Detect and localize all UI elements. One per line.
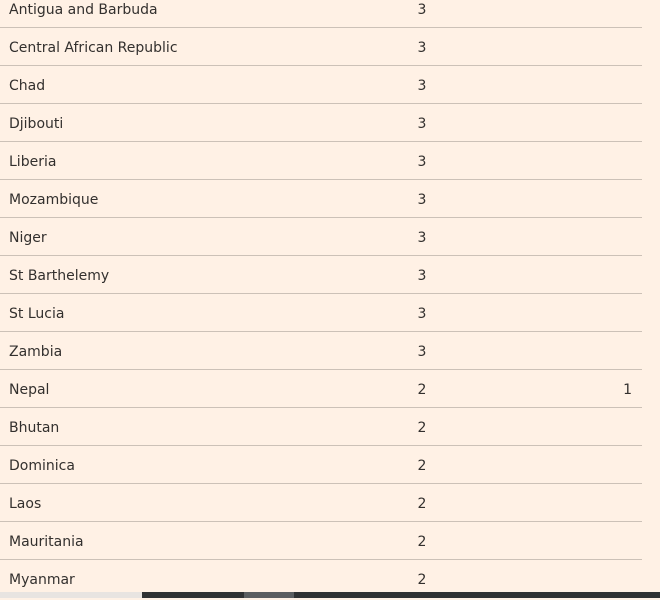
count-cell: 2 (417, 458, 427, 474)
count-cell: 3 (417, 268, 427, 284)
country-cell: Niger (9, 230, 47, 246)
count-cell: 2 (417, 496, 427, 512)
country-cell: Mozambique (9, 192, 99, 208)
count-cell: 3 (417, 40, 427, 56)
table-row: Mozambique 3 (0, 180, 642, 218)
data-table: Antigua and Barbuda 3 Central African Re… (0, 0, 642, 598)
country-cell: St Lucia (9, 306, 65, 322)
country-cell: Central African Republic (9, 40, 178, 56)
count-cell: 3 (417, 192, 427, 208)
count-cell: 2 (417, 420, 427, 436)
count-cell: 3 (417, 154, 427, 170)
count-cell: 2 (417, 382, 427, 398)
horizontal-scrollbar[interactable] (0, 592, 660, 598)
scrollbar-left-region[interactable] (0, 592, 142, 598)
count-cell: 3 (417, 306, 427, 322)
table-row: Chad 3 (0, 66, 642, 104)
table-row: St Barthelemy 3 (0, 256, 642, 294)
country-cell: Djibouti (9, 116, 64, 132)
country-cell: Bhutan (9, 420, 60, 436)
table-row: Laos 2 (0, 484, 642, 522)
country-cell: Liberia (9, 154, 57, 170)
table-row: St Lucia 3 (0, 294, 642, 332)
count-cell: 3 (417, 78, 427, 94)
scrollbar-thumb[interactable] (244, 592, 294, 598)
table-row: Djibouti 3 (0, 104, 642, 142)
count-cell: 2 (417, 534, 427, 550)
country-cell: Laos (9, 496, 42, 512)
country-cell: Mauritania (9, 534, 84, 550)
table-row: Dominica 2 (0, 446, 642, 484)
count-cell: 3 (417, 344, 427, 360)
count-cell: 3 (417, 2, 427, 18)
country-cell: Chad (9, 78, 46, 94)
table-row: Liberia 3 (0, 142, 642, 180)
table-row: Central African Republic 3 (0, 28, 642, 66)
table-row: Nepal 2 1 (0, 370, 642, 408)
country-cell: Zambia (9, 344, 63, 360)
country-cell: Dominica (9, 458, 75, 474)
country-cell: St Barthelemy (9, 268, 110, 284)
count-cell-secondary: 1 (623, 382, 632, 398)
country-cell: Antigua and Barbuda (9, 2, 158, 18)
count-cell: 3 (417, 230, 427, 246)
country-cell: Nepal (9, 382, 50, 398)
count-cell: 3 (417, 116, 427, 132)
table-row: Antigua and Barbuda 3 (0, 0, 642, 28)
table-row: Mauritania 2 (0, 522, 642, 560)
table-row: Niger 3 (0, 218, 642, 256)
table-row: Bhutan 2 (0, 408, 642, 446)
table-row: Zambia 3 (0, 332, 642, 370)
